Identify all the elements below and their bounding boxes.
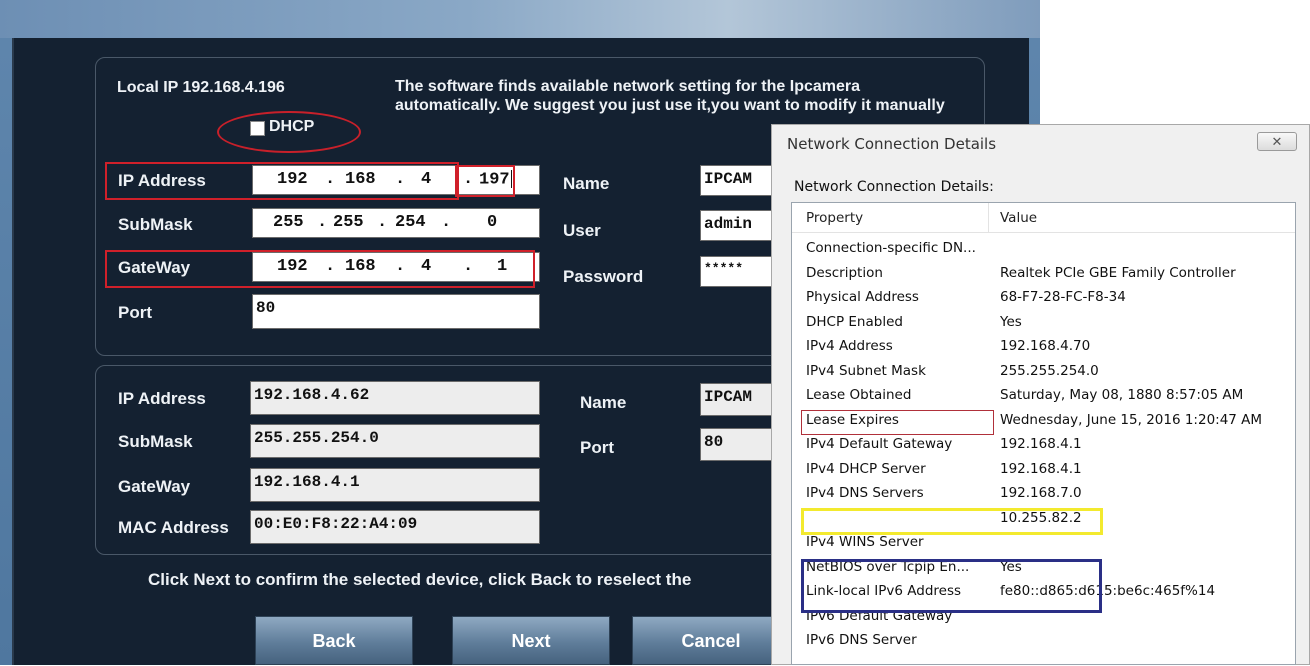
dhcp-label: DHCP (269, 118, 315, 135)
ncd-property: IPv4 Address (806, 338, 893, 354)
ncd-row[interactable]: Physical Address 68-F7-28-FC-F8-34 (792, 285, 1295, 310)
ncd-value: Realtek PCIe GBE Family Controller (1000, 264, 1236, 281)
ncd-property: IPv4 Subnet Mask (806, 362, 926, 379)
ncd-property: Lease Obtained (806, 387, 912, 403)
ncd-title: Network Connection Details (787, 135, 997, 153)
ncd-list-label: Network Connection Details: (794, 179, 994, 195)
device-mac-label: MAC Address (118, 518, 229, 537)
background-titlebar (0, 0, 1040, 38)
ncd-value: 192.168.4.1 (1000, 436, 1082, 452)
dhcp-checkbox[interactable] (250, 121, 265, 136)
submask-octet-3: 254 (395, 213, 426, 232)
ncd-value: Saturday, May 08, 1880 8:57:05 AM (1000, 387, 1244, 403)
ncd-property: IPv4 DHCP Server (806, 460, 926, 477)
device-port-label: Port (580, 438, 614, 457)
ncd-row[interactable]: DHCP Enabled Yes (792, 310, 1295, 335)
ncd-property: Physical Address (806, 289, 919, 305)
submask-input[interactable]: 255 . 255 . 254 . 0 (252, 208, 540, 238)
ncd-property: Description (806, 264, 883, 281)
ipv4-address-highlight (801, 410, 994, 435)
ncd-value: 192.168.4.1 (1000, 460, 1082, 477)
submask-octet-2: 255 (333, 213, 364, 232)
port-label: Port (118, 303, 152, 322)
ncd-property-list[interactable]: Property Value Connection-specific DN...… (791, 202, 1296, 665)
device-gateway-field: 192.168.4.1 (250, 468, 540, 502)
ncd-row[interactable]: Connection-specific DN... (792, 236, 1295, 261)
close-icon[interactable]: ✕ (1257, 132, 1297, 151)
ncd-row[interactable]: Description Realtek PCIe GBE Family Contr… (792, 261, 1295, 286)
ncd-value: 255.255.254.0 (1000, 362, 1099, 379)
back-button[interactable]: Back (255, 616, 413, 665)
local-ip-label: Local IP 192.168.4.196 (117, 79, 285, 96)
ncd-value: Yes (1000, 313, 1022, 330)
network-connection-details-dialog: Network Connection Details ✕ Network Con… (771, 124, 1310, 665)
ncd-row[interactable]: IPv4 Default Gateway 192.168.4.1 (792, 432, 1295, 457)
device-ip-field: 192.168.4.62 (250, 381, 540, 415)
ip-address-highlight (105, 162, 459, 200)
submask-label: SubMask (118, 215, 193, 234)
gateway-highlight (105, 250, 535, 288)
submask-octet-4: 0 (487, 213, 498, 232)
submask-octet-1: 255 (273, 213, 304, 232)
device-ip-label: IP Address (118, 389, 206, 408)
ncd-value: 192.168.4.70 (1000, 338, 1091, 354)
property-column-header[interactable]: Property (806, 210, 863, 226)
device-name-label: Name (580, 393, 627, 412)
ncd-value: 192.168.7.0 (1000, 485, 1082, 501)
device-submask-field: 255.255.254.0 (250, 424, 540, 458)
ncd-row[interactable]: IPv6 DNS Server (792, 628, 1295, 653)
ncd-property: IPv4 WINS Server (806, 534, 924, 550)
cancel-button[interactable]: Cancel (632, 616, 790, 665)
value-column-header[interactable]: Value (1000, 210, 1037, 226)
ncd-row[interactable]: IPv4 DHCP Server 192.168.4.1 (792, 457, 1295, 482)
ncd-property: IPv6 DNS Server (806, 632, 917, 648)
ncd-value: Wednesday, June 15, 2016 1:20:47 AM (1000, 411, 1263, 428)
ncd-row[interactable]: IPv4 DNS Servers 192.168.7.0 (792, 481, 1295, 506)
ncd-row[interactable]: Lease Obtained Saturday, May 08, 1880 8:5… (792, 383, 1295, 408)
ncd-list-header: Property Value (792, 203, 1295, 233)
device-gateway-label: GateWay (118, 477, 191, 496)
default-gateway-highlight (801, 508, 1103, 535)
ncd-property: IPv4 Default Gateway (806, 436, 953, 452)
ncd-value: 68-F7-28-FC-F8-34 (1000, 289, 1126, 305)
port-input[interactable]: 80 (252, 294, 540, 329)
auto-setting-note: The software finds available network set… (395, 78, 945, 114)
dns-servers-highlight (801, 559, 1102, 613)
ncd-row[interactable]: IPv4 Subnet Mask 255.255.254.0 (792, 359, 1295, 384)
ncd-property: IPv4 DNS Servers (806, 485, 924, 501)
device-submask-label: SubMask (118, 432, 193, 451)
device-mac-field: 00:E0:F8:22:A4:09 (250, 510, 540, 544)
next-button[interactable]: Next (452, 616, 610, 665)
ncd-property: Connection-specific DN... (806, 240, 976, 256)
password-label: Password (563, 267, 644, 286)
ncd-property: DHCP Enabled (806, 313, 903, 330)
column-divider[interactable] (988, 203, 989, 232)
user-label: User (563, 221, 601, 240)
ip-last-octet-highlight (455, 165, 515, 197)
name-label: Name (563, 174, 610, 193)
ncd-row[interactable]: IPv4 Address 192.168.4.70 (792, 334, 1295, 359)
confirm-instructions: Click Next to confirm the selected devic… (148, 570, 692, 589)
